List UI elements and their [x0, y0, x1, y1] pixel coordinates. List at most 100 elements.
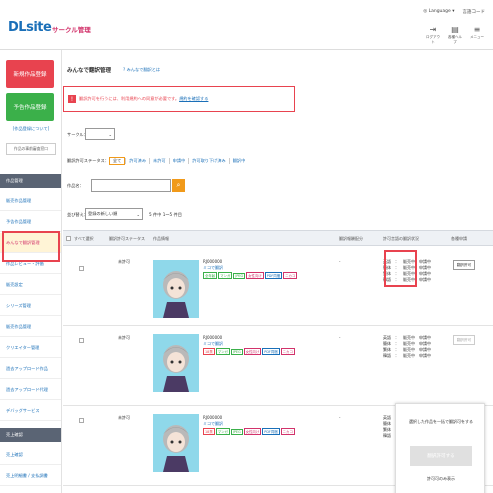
translation-permit-button[interactable]: 翻訳許可 [453, 335, 475, 345]
tag: JPEG [230, 349, 243, 355]
tag: マンガ [215, 428, 230, 435]
tag: マンガ [215, 348, 230, 355]
sidebar-item-statements[interactable]: 売上明細書 / 支払調書 [0, 466, 61, 486]
logout-button[interactable]: ⇥ ログアウト [425, 25, 441, 45]
row-checkbox[interactable] [79, 266, 84, 271]
row-checkbox[interactable] [79, 338, 84, 343]
sidebar-item-series[interactable]: シリーズ管理 [0, 296, 61, 316]
sidebar-item-plan-works[interactable]: 予告作品管理 [0, 212, 61, 232]
sidebar-item-debug[interactable]: デバッグサービス [0, 401, 61, 421]
tag: 全年齢 [203, 272, 218, 279]
table-row: 未許可 RJ000000 ミコで翻訳 18禁 マンガ JPEG 女性向け PDF同梱 ニカ… [63, 326, 493, 406]
pre-review-link[interactable]: 作品の事前審査窓口 [6, 143, 56, 155]
character-image [163, 345, 189, 392]
select-all-checkbox[interactable] [66, 236, 71, 241]
page-title: みんなで翻訳管理 [67, 68, 112, 74]
tag: PDF同梱 [262, 428, 280, 435]
tag: 18禁 [203, 348, 215, 355]
work-thumbnail[interactable] [153, 334, 199, 392]
section-work-management: 作品管理 [0, 174, 61, 188]
bulk-permit-text: 選択した作品を一括で翻訳可をする [409, 419, 473, 424]
logo-subtitle: サークル管理 [52, 26, 91, 34]
chevron-down-icon: ⌄ [108, 131, 112, 137]
section-sales: 売上確認 [0, 428, 61, 442]
status-permitted[interactable]: 許可済み [125, 158, 149, 164]
work-id: RJ000000 [203, 259, 223, 264]
status-applying[interactable]: 申請中 [168, 158, 189, 164]
row-reward: - [339, 415, 341, 420]
chara-set-selector[interactable]: 言語コード [463, 9, 486, 15]
status-translating[interactable]: 翻訳中 [228, 158, 249, 164]
bulk-permit-button[interactable]: 翻訳許可する [410, 446, 472, 466]
tag: ニカコ [280, 428, 295, 435]
plan-work-button[interactable]: 予告作品登録 [6, 93, 54, 121]
terms-link[interactable]: 規約を確認する [179, 96, 208, 102]
row-reward: - [339, 335, 341, 340]
row-status: 未許可 [118, 259, 130, 264]
circle-select[interactable]: ⌄ [85, 128, 115, 140]
work-id: RJ000000 [203, 415, 223, 420]
col-actions: 各種申請 [451, 236, 467, 241]
help-circle-icon: ? [123, 67, 126, 72]
status-withdrawn[interactable]: 許可取り下げ済み [188, 158, 229, 164]
sidebar-item-sales-settings[interactable]: 販売設定 [0, 275, 61, 295]
work-tags: 18禁 マンガ JPEG 女性向け PDF同梱 ニカコ [203, 428, 333, 435]
tag: JPEG [230, 429, 243, 435]
work-title[interactable]: ミコで翻訳 [203, 421, 223, 427]
search-button[interactable]: ⌕ [172, 179, 185, 192]
sidebar-item-creators[interactable]: クリエイター管理 [0, 338, 61, 358]
help-icon: ▤ [451, 25, 459, 34]
work-search-input[interactable] [91, 179, 171, 192]
work-registration-link[interactable]: [作品登録について] [6, 126, 56, 132]
about-translation-link[interactable]: ? みんなで翻訳とは [123, 67, 160, 73]
tag: 女性向け [243, 428, 262, 435]
sidebar-item-sales-check[interactable]: 売上確認 [0, 445, 61, 465]
table-row: 未許可 RJ000000 ミコで翻訳 全年齢 マンガ JPEG 女性向け PDF同梱 ニカ… [63, 246, 493, 326]
chevron-down-icon: ⌄ [136, 211, 140, 217]
sidebar-item-sales-manage[interactable]: 販売作品管理 [0, 317, 61, 337]
lang-status-list: 英語 ： 販売中 申請中 簡体 ： 販売中 申請中 繁体 ： 販売中 申請中 韓… [383, 335, 431, 359]
col-work-info: 作品情報 [153, 236, 169, 241]
help-button[interactable]: ▤ 各種ヘルプ [447, 25, 463, 45]
sidebar-item-sales-works[interactable]: 販売作品管理 [0, 191, 61, 211]
warning-icon: ! [68, 95, 76, 103]
new-work-button[interactable]: 新規作品登録 [6, 60, 54, 88]
status-all[interactable]: 全て [108, 157, 126, 165]
work-thumbnail[interactable] [153, 260, 199, 318]
table-header: すべて選択 翻訳許可ステータス 作品情報 翻訳報酬配分 許可言語の翻訳状況 各種… [63, 230, 493, 246]
globe-icon: ◎ [423, 9, 428, 14]
work-title[interactable]: ミコで翻訳 [203, 341, 223, 347]
language-selector[interactable]: ◎ Language ▾ [423, 9, 454, 15]
header-language-bar: ◎ Language ▾ 言語コード [423, 9, 485, 15]
menu-button[interactable]: ≡ メニュー [469, 25, 485, 45]
translation-permit-button[interactable]: 翻訳許可 [453, 260, 475, 270]
tag: 女性向け [246, 272, 264, 279]
row-reward: - [339, 259, 341, 264]
work-title[interactable]: ミコで翻訳 [203, 265, 223, 271]
bulk-permit-note: 許可可のみ表示 [427, 476, 455, 481]
work-thumbnail[interactable] [153, 414, 199, 472]
dlsite-logo[interactable]: DLsite [8, 20, 52, 35]
col-lang-status: 許可言語の翻訳状況 [383, 236, 419, 241]
sidebar-item-past-upload[interactable]: 過去アップロード作品 [0, 359, 61, 379]
character-image [163, 425, 189, 472]
tag: 女性向け [243, 348, 262, 355]
work-name-label: 作品名： [67, 183, 84, 188]
header-icons: ⇥ ログアウト ▤ 各種ヘルプ ≡ メニュー [425, 25, 485, 45]
lang-status: 韓語 ： 販売中 申請中 [383, 353, 431, 358]
row-checkbox[interactable] [79, 418, 84, 423]
work-tags: 18禁 マンガ JPEG 女性向け PDF同梱 ニカコ [203, 348, 333, 355]
col-reward: 翻訳報酬配分 [339, 236, 363, 241]
status-not-permitted[interactable]: 未許可 [149, 158, 169, 164]
status-filter: 翻訳許可ステータス： 全て 許可済み 未許可 申請中 許可取り下げ済み 翻訳中 [67, 157, 248, 165]
sidebar: 新規作品登録 予告作品登録 [作品登録について] 作品の事前審査窓口 作品管理 … [0, 50, 62, 493]
result-count: 5 件中 1〜5 件目 [149, 212, 182, 217]
col-select-all: すべて選択 [74, 236, 94, 241]
bulk-permit-panel: 選択した作品を一括で翻訳可をする 翻訳許可する 許可可のみ表示 [395, 403, 485, 493]
row-status: 未許可 [118, 335, 130, 340]
tag: ニカコ [283, 272, 298, 279]
sort-select[interactable]: 登録の新しい順 ⌄ [85, 208, 143, 220]
sidebar-item-past-upload-proxy[interactable]: 過去アップロード代理 [0, 380, 61, 400]
row-status: 未許可 [118, 415, 130, 420]
logout-icon: ⇥ [429, 25, 437, 34]
